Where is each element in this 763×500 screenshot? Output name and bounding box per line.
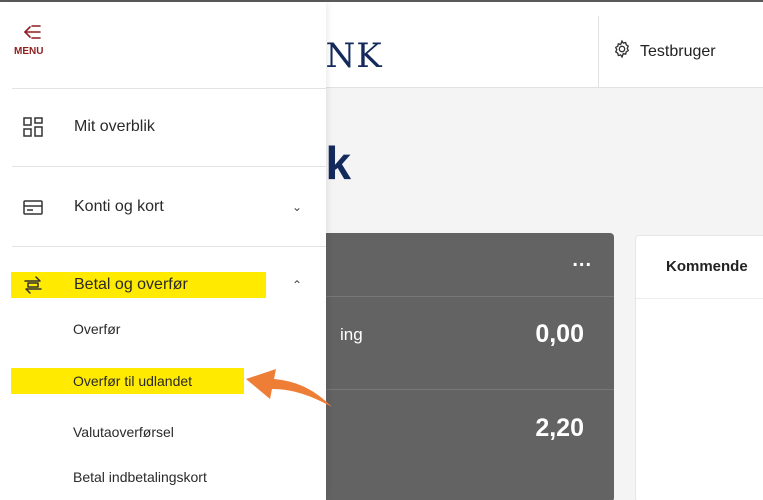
overview-grid-icon (22, 116, 44, 138)
card-divider (300, 389, 614, 390)
menu-toggle-button[interactable]: MENU (14, 24, 54, 57)
chevron-down-icon: ⌄ (292, 200, 303, 214)
transfer-arrows-icon (22, 274, 44, 296)
submenu-item-betal-indbetalingskort[interactable]: Betal indbetalingskort (73, 469, 207, 485)
nav-item-betal-og-overfor[interactable]: Betal og overfør ⌃ (12, 265, 326, 305)
card-menu-button[interactable]: ... (572, 249, 592, 272)
menu-back-arrow-icon (14, 24, 54, 42)
gear-icon (612, 39, 632, 64)
submenu-item-valutaoverforsel[interactable]: Valutaoverførsel (73, 424, 174, 440)
menu-label: MENU (14, 46, 44, 57)
nav-item-label: Konti og kort (74, 198, 164, 215)
account-balance: 2,20 (535, 414, 584, 442)
menu-divider (12, 166, 326, 167)
user-name: Testbruger (640, 42, 716, 60)
submenu-item-overfor[interactable]: Overfør (73, 321, 120, 337)
nav-item-konti-og-kort[interactable]: Konti og kort ⌄ (12, 187, 326, 227)
account-balance: 0,00 (535, 320, 584, 348)
menu-divider (12, 88, 326, 89)
menu-divider (12, 246, 326, 247)
menu-drawer: MENU Mit overblik Konti og kort ⌄ Betal … (0, 2, 326, 500)
upcoming-card-title: Kommende (666, 258, 748, 275)
accounts-card: ... ing 0,00 2,20 (300, 233, 614, 500)
upcoming-card: Kommende (635, 235, 763, 500)
card-icon (22, 196, 44, 218)
submenu-item-overfor-til-udlandet[interactable]: Overfør til udlandet (73, 373, 192, 389)
nav-item-label: Mit overblik (74, 118, 155, 135)
annotation-arrow-icon (246, 369, 332, 407)
user-settings-button[interactable]: Testbruger (612, 39, 716, 64)
header-divider (598, 16, 599, 88)
account-label: ing (340, 325, 363, 344)
card-divider (636, 298, 763, 299)
nav-item-label: Betal og overfør (74, 276, 188, 293)
card-divider (300, 296, 614, 297)
nav-item-mit-overblik[interactable]: Mit overblik (12, 107, 326, 147)
chevron-up-icon: ⌃ (292, 278, 303, 292)
